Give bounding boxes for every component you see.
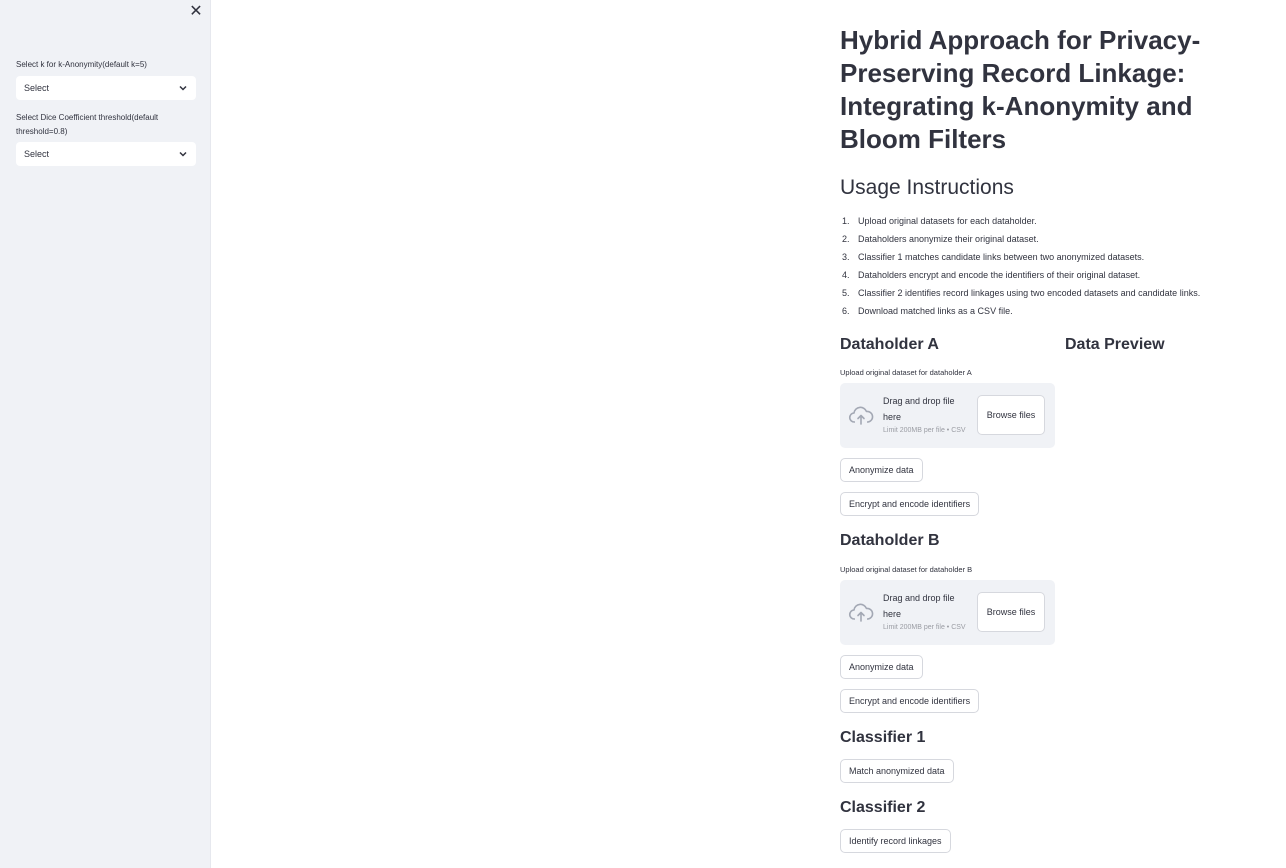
upload-label-a: Upload original dataset for dataholder A — [840, 368, 972, 377]
chevron-down-icon — [179, 151, 187, 157]
drag-drop-text-b: Drag and drop file here — [883, 593, 955, 619]
dataholder-a-heading: Dataholder A — [840, 336, 939, 353]
list-item: 5. Classifier 2 identifies record linkage… — [842, 288, 1201, 298]
classifier-1-heading: Classifier 1 — [840, 729, 926, 746]
classifier-2-heading: Classifier 2 — [840, 799, 926, 816]
k-anonymity-label: Select k for k-Anonymity(default k=5) — [16, 60, 147, 69]
browse-files-button-b[interactable]: Browse files — [977, 592, 1045, 632]
close-icon[interactable]: ✕ — [188, 4, 204, 20]
encrypt-encode-button-a[interactable]: Encrypt and encode identifiers — [840, 492, 980, 516]
list-item: 1. Upload original datasets for each data… — [842, 216, 1037, 226]
drag-drop-text-a: Drag and drop file here — [883, 396, 955, 422]
data-preview-heading: Data Preview — [1065, 336, 1165, 353]
file-uploader-b[interactable]: Drag and drop file here Limit 200MB per … — [840, 580, 1055, 645]
chevron-down-icon — [179, 85, 187, 91]
upload-limit-text-a: Limit 200MB per file • CSV — [883, 427, 966, 434]
page-title: Hybrid Approach for Privacy-Preserving R… — [840, 25, 1201, 154]
list-item: 2. Dataholders anonymize their original d… — [842, 234, 1039, 244]
match-anonymized-data-button[interactable]: Match anonymized data — [840, 759, 954, 783]
list-item: 4. Dataholders encrypt and encode the ide… — [842, 270, 1141, 280]
anonymize-data-button-a[interactable]: Anonymize data — [840, 458, 923, 482]
dice-threshold-label: Select Dice Coefficient threshold(defaul… — [16, 113, 159, 136]
upload-limit-text-b: Limit 200MB per file • CSV — [883, 624, 966, 631]
cloud-upload-icon — [848, 603, 874, 622]
encrypt-encode-button-b[interactable]: Encrypt and encode identifiers — [840, 689, 980, 713]
browse-files-button-a[interactable]: Browse files — [977, 395, 1045, 435]
usage-instructions-heading: Usage Instructions — [840, 176, 1014, 199]
dice-threshold-select-value: Select — [24, 149, 50, 159]
dataholder-b-heading: Dataholder B — [840, 532, 940, 549]
k-anonymity-select[interactable]: Select — [16, 76, 196, 100]
cloud-upload-icon — [848, 406, 874, 425]
list-item: 3. Classifier 1 matches candidate links b… — [842, 252, 1145, 262]
identify-record-linkages-button[interactable]: Identify record linkages — [840, 829, 951, 853]
file-uploader-a[interactable]: Drag and drop file here Limit 200MB per … — [840, 383, 1055, 448]
anonymize-data-button-b[interactable]: Anonymize data — [840, 655, 923, 679]
k-anonymity-select-value: Select — [24, 83, 50, 93]
upload-label-b: Upload original dataset for dataholder B — [840, 565, 973, 574]
sidebar: ✕ Select k for k-Anonymity(default k=5) … — [0, 0, 211, 868]
list-item: 6. Download matched links as a CSV file. — [842, 306, 1013, 316]
usage-steps-list: 1. Upload original datasets for each data… — [840, 214, 1280, 322]
dice-threshold-select[interactable]: Select — [16, 142, 196, 166]
main-content: Hybrid Approach for Privacy-Preserving R… — [840, 0, 1286, 868]
